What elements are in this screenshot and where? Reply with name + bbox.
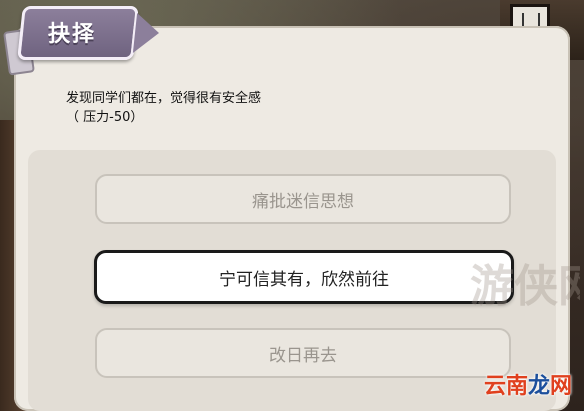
watermark-part1: 云南 xyxy=(484,374,529,399)
watermark-part3: 网 xyxy=(550,374,573,399)
choice-label: 改日再去 xyxy=(269,345,337,366)
stress-effect: （ 压力-50） xyxy=(66,110,144,125)
choice-label: 痛批迷信思想 xyxy=(252,191,354,212)
choice-option-later[interactable]: 改日再去 xyxy=(95,328,511,378)
choice-label: 宁可信其有，欣然前往 xyxy=(219,269,389,290)
choice-option-go[interactable]: 宁可信其有，欣然前往 xyxy=(94,250,514,304)
description-text: 发现同学们都在，觉得很有安全感 xyxy=(66,91,262,106)
watermark-part2: 龙 xyxy=(528,374,551,399)
faint-watermark: 游侠网 xyxy=(470,261,580,312)
choice-option-criticize[interactable]: 痛批迷信思想 xyxy=(95,174,511,224)
site-watermark: 云南龙网 xyxy=(484,368,572,400)
event-description: 发现同学们都在，觉得很有安全感 （ 压力-50） xyxy=(66,89,526,127)
dialog-title: 抉择 xyxy=(48,22,97,47)
